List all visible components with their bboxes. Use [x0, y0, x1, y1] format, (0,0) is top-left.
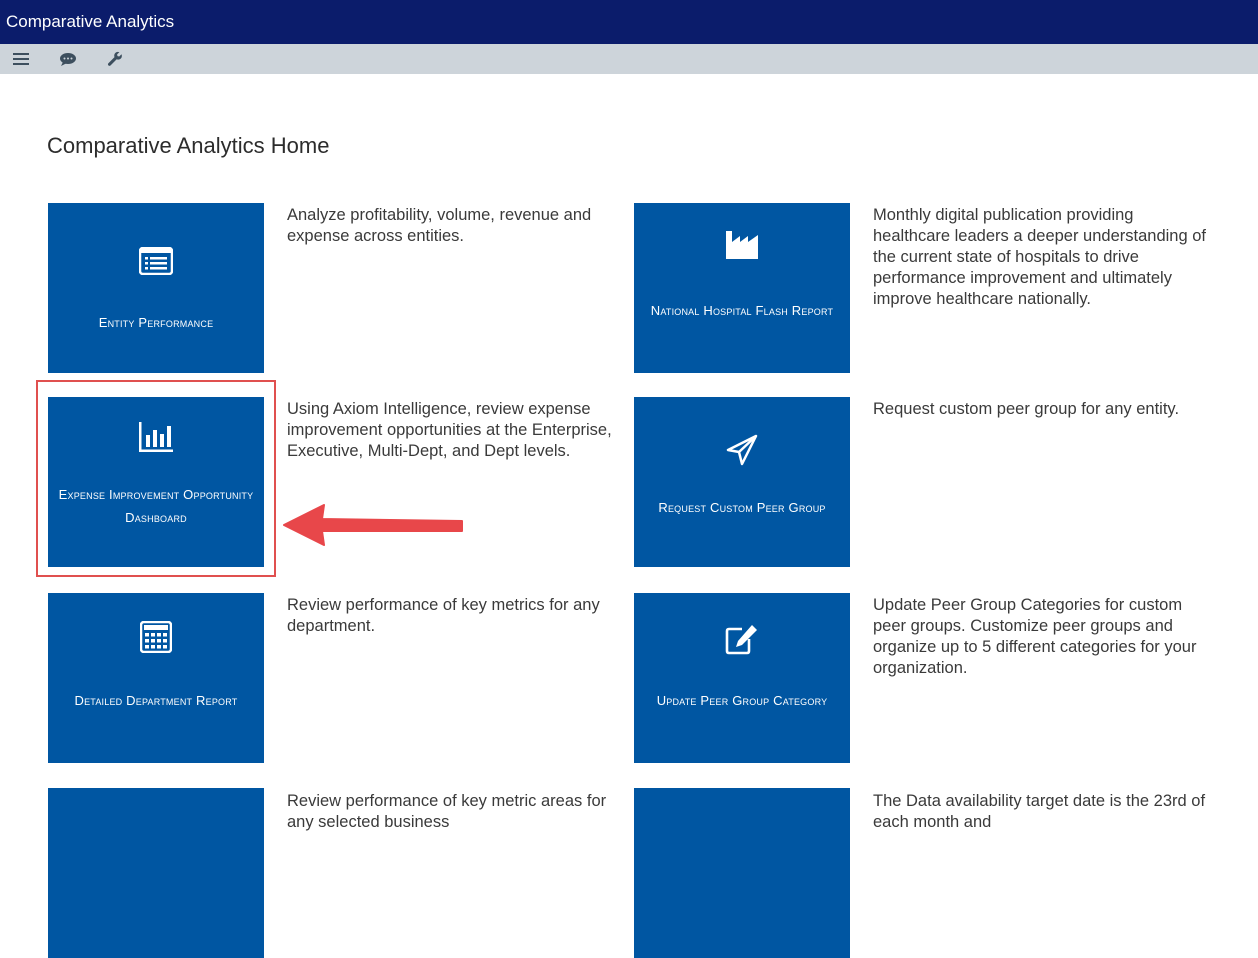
tile-label: Update Peer Group Category	[656, 693, 828, 708]
tile-description: Update Peer Group Categories for custom …	[873, 596, 1197, 677]
paper-plane-icon	[634, 434, 850, 466]
highlight-box	[36, 380, 276, 577]
tile-description: Analyze profitability, volume, revenue a…	[287, 206, 592, 245]
tile-detailed-department-report[interactable]: Detailed Department Report	[48, 593, 264, 763]
tile-description: Using Axiom Intelligence, review expense…	[287, 400, 612, 460]
factory-icon	[634, 230, 850, 260]
tile-label: Request Custom Peer Group	[658, 500, 826, 515]
app-title-bar: Comparative Analytics	[0, 0, 1258, 44]
tile-description: Monthly digital publication providing he…	[873, 206, 1206, 308]
tile-row4-right[interactable]	[634, 788, 850, 958]
menu-icon[interactable]	[9, 47, 33, 71]
tile-national-hospital-flash-report[interactable]: National Hospital Flash Report	[634, 203, 850, 373]
tile-label: Entity Performance	[98, 315, 214, 330]
wrench-icon[interactable]	[103, 47, 127, 71]
tile-label: Detailed Department Report	[74, 693, 238, 708]
tile-request-custom-peer-group[interactable]: Request Custom Peer Group	[634, 397, 850, 567]
edit-icon	[634, 623, 850, 655]
tile-entity-performance[interactable]: Entity Performance	[48, 203, 264, 373]
tile-description: The Data availability target date is the…	[873, 792, 1206, 831]
list-icon	[48, 247, 264, 275]
page-title: Comparative Analytics Home	[47, 133, 330, 158]
tile-update-peer-group-category[interactable]: Update Peer Group Category	[634, 593, 850, 763]
tile-label: National Hospital Flash Report	[650, 303, 834, 318]
tile-description: Review performance of key metrics for an…	[287, 596, 600, 635]
app-title: Comparative Analytics	[6, 12, 175, 31]
chat-icon[interactable]	[56, 47, 80, 71]
tile-description: Request custom peer group for any entity…	[873, 400, 1180, 418]
tile-row4-left[interactable]	[48, 788, 264, 958]
toolbar	[0, 44, 1258, 74]
tile-description: Review performance of key metric areas f…	[287, 792, 607, 831]
calculator-icon	[48, 621, 264, 653]
arrow-annotation	[282, 503, 468, 552]
